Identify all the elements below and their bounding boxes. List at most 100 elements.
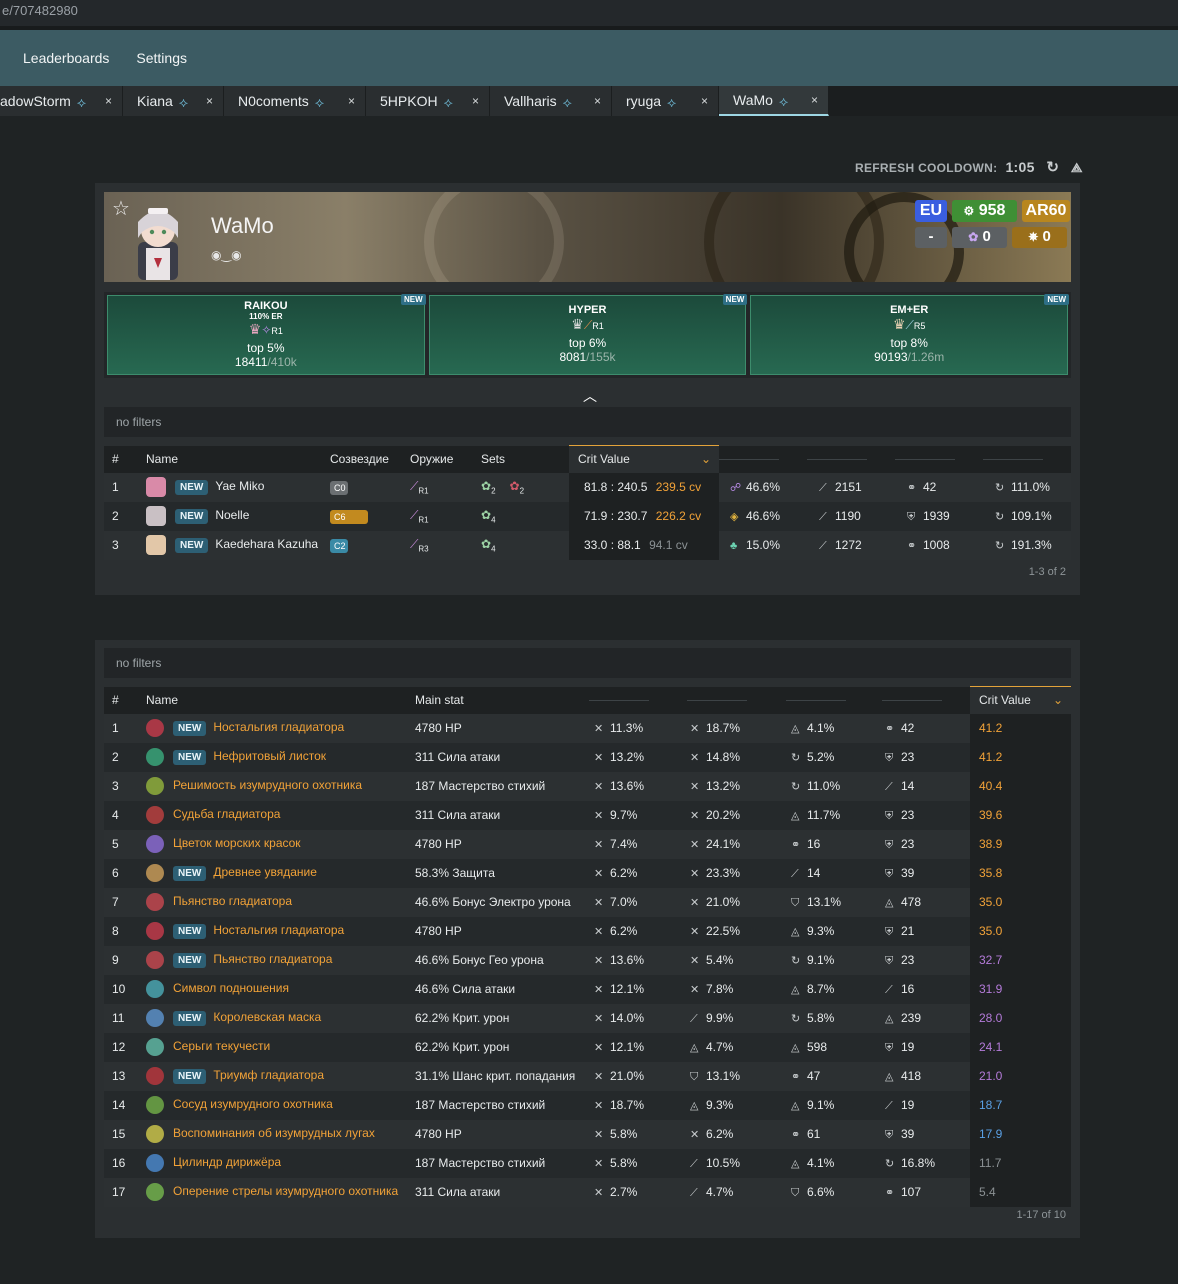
artifact-name[interactable]: Воспоминания об изумрудных лугах bbox=[173, 1126, 375, 1140]
close-icon[interactable]: × bbox=[105, 94, 112, 108]
artifact-name[interactable]: Ностальгия гладиатора bbox=[213, 923, 344, 937]
build-card-raikou[interactable]: RAIKOU 110% ER ♛✧R1 top 5% 18411/410k NE… bbox=[107, 294, 426, 375]
table-row[interactable]: 11 NEW Королевская маска 62.2% Крит. урон ✕ 1… bbox=[104, 1003, 1071, 1033]
close-icon[interactable]: × bbox=[348, 94, 355, 108]
table-row[interactable]: 1 NEW Yae Miko C0 ⟋R1 ✿2 ✿2 81.8 : 240.5 239.5 … bbox=[104, 472, 1071, 502]
artifact-name[interactable]: Решимость изумрудного охотника bbox=[173, 778, 362, 792]
col-sub-4[interactable] bbox=[882, 686, 970, 714]
artifact-name[interactable]: Цилиндр дирижёра bbox=[173, 1155, 281, 1169]
new-badge: NEW bbox=[173, 750, 207, 766]
table-row[interactable]: 2 NEW Noelle C6 ⟋R1 ✿4 71.9 : 230.7 226.2 cv ◈ 4… bbox=[104, 501, 1071, 531]
col-weapon[interactable]: Оружие bbox=[410, 445, 481, 473]
star-icon[interactable]: ☆ bbox=[112, 196, 130, 221]
artifact-name[interactable]: Оперение стрелы изумрудного охотника bbox=[173, 1184, 398, 1198]
artifact-name[interactable]: Древнее увядание bbox=[213, 865, 317, 879]
build-card-em-er[interactable]: EM+ER ♛⟋R5 top 8% 90193/1.26m NEW bbox=[750, 294, 1070, 375]
col-sub-1[interactable] bbox=[589, 686, 687, 714]
table-pagination: 1-3 of 2 bbox=[1028, 566, 1066, 578]
nav-leaderboards[interactable]: Leaderboards bbox=[0, 50, 113, 66]
tab-adowstorm[interactable]: adowStorm ⟡ × bbox=[0, 86, 123, 116]
table-row[interactable]: 13 NEW Триумф гладиатора 31.1% Шанс крит. п… bbox=[104, 1061, 1071, 1091]
tab-kiana[interactable]: Kiana ⟡ × bbox=[123, 86, 224, 116]
table-row[interactable]: 10 Символ подношения 46.6% Сила атаки ✕ 12.1… bbox=[104, 974, 1071, 1004]
table-row[interactable]: 6 NEW Древнее увядание 58.3% Защита ✕ 6.2% ✕ 23… bbox=[104, 858, 1071, 888]
artifact-name[interactable]: Королевская маска bbox=[213, 1010, 321, 1024]
substat-cell: ✕ 24.1% bbox=[687, 829, 786, 859]
col-stat-1[interactable] bbox=[719, 445, 807, 473]
filters-bar[interactable]: no filters bbox=[104, 407, 1071, 437]
close-icon[interactable]: × bbox=[701, 94, 708, 108]
substat-cell: ⛨ 23 bbox=[882, 742, 970, 772]
collapse-chevron-icon[interactable]: ︿ bbox=[583, 386, 597, 406]
table-row[interactable]: 5 Цветок морских красок 4780 HP ✕ 7.4% ✕ 24.1%… bbox=[104, 829, 1071, 859]
table-row[interactable]: 8 NEW Ностальгия гладиатора 4780 HP ✕ 6.2% ✕ 22… bbox=[104, 916, 1071, 946]
col-stat-3[interactable] bbox=[895, 445, 983, 473]
main-stat-cell: 4780 HP bbox=[415, 829, 589, 859]
table-row[interactable]: 3 NEW Kaedehara Kazuha C2 ⟋R3 ✿4 33.0 : 88.1 9… bbox=[104, 530, 1071, 560]
col-name[interactable]: Name bbox=[146, 686, 415, 714]
substat-icon: ◬ bbox=[885, 1013, 894, 1025]
table-row[interactable]: 1 NEW Ностальгия гладиатора 4780 HP ✕ 11.3% ✕ 1… bbox=[104, 713, 1071, 743]
substat-value: 14 bbox=[807, 865, 821, 880]
close-icon[interactable]: × bbox=[472, 94, 479, 108]
col-crit-value[interactable]: Crit Value ⌄ bbox=[970, 686, 1071, 714]
table-row[interactable]: 17 Оперение стрелы изумрудного охотника 31… bbox=[104, 1177, 1071, 1207]
build-icons: ♛⟋R5 bbox=[751, 316, 1067, 334]
crit-rate-icon: ✕ bbox=[594, 781, 604, 793]
artifact-icon bbox=[146, 1183, 164, 1201]
row-number: 9 bbox=[104, 945, 146, 975]
artifact-name[interactable]: Триумф гладиатора bbox=[213, 1068, 324, 1082]
artifact-name[interactable]: Символ подношения bbox=[173, 981, 289, 995]
col-main-stat[interactable]: Main stat bbox=[415, 686, 589, 714]
artifact-name[interactable]: Сосуд изумрудного охотника bbox=[173, 1097, 333, 1111]
build-card-hyper[interactable]: HYPER ♛⟋R1 top 6% 8081/155k NEW bbox=[428, 294, 748, 375]
nav-settings[interactable]: Settings bbox=[113, 50, 191, 66]
table-row[interactable]: 2 NEW Нефритовый листок 311 Сила атаки ✕ 13.2… bbox=[104, 742, 1071, 772]
filters-bar[interactable]: no filters bbox=[104, 648, 1071, 678]
table-row[interactable]: 7 Пьянство гладиатора 46.6% Бонус Электро … bbox=[104, 887, 1071, 917]
col-sub-3[interactable] bbox=[786, 686, 882, 714]
artifact-name[interactable]: Ностальгия гладиатора bbox=[213, 720, 344, 734]
crit-rate-icon: ✕ bbox=[594, 1013, 604, 1025]
artifact-name[interactable]: Цветок морских красок bbox=[173, 836, 301, 850]
stat-value: 191.3% bbox=[1011, 538, 1052, 552]
new-badge: NEW bbox=[175, 509, 209, 525]
close-icon[interactable]: × bbox=[206, 94, 213, 108]
artifact-name[interactable]: Серьги текучести bbox=[173, 1039, 270, 1053]
tab-n0coments[interactable]: N0coments ⟡ × bbox=[224, 86, 366, 116]
artifact-icon bbox=[146, 777, 164, 795]
col-constellation[interactable]: Созвездие bbox=[330, 445, 410, 473]
tab-ryuga[interactable]: ryuga ⟡ × bbox=[612, 86, 719, 116]
close-icon[interactable]: × bbox=[811, 93, 818, 107]
col-stat-4[interactable] bbox=[983, 445, 1071, 473]
tab-vallharis[interactable]: Vallharis ⟡ × bbox=[490, 86, 612, 116]
table-row[interactable]: 9 NEW Пьянство гладиатора 46.6% Бонус Гео у… bbox=[104, 945, 1071, 975]
substat-value: 19 bbox=[901, 1097, 915, 1112]
crit-rate-icon: ✕ bbox=[594, 955, 604, 967]
table-row[interactable]: 16 Цилиндр дирижёра 187 Мастерство стихий ✕… bbox=[104, 1148, 1071, 1178]
crit-value-cell: 17.9 bbox=[970, 1119, 1071, 1149]
artifact-name[interactable]: Судьба гладиатора bbox=[173, 807, 280, 821]
col-sets[interactable]: Sets bbox=[481, 445, 569, 473]
col-sub-2[interactable] bbox=[687, 686, 786, 714]
url-bar[interactable]: e/707482980 bbox=[0, 0, 1178, 26]
refresh-icon[interactable]: ↻ bbox=[1046, 159, 1059, 176]
artifact-name[interactable]: Пьянство гладиатора bbox=[173, 894, 292, 908]
artifact-name[interactable]: Пьянство гладиатора bbox=[213, 952, 332, 966]
table-row[interactable]: 3 Решимость изумрудного охотника 187 Масте… bbox=[104, 771, 1071, 801]
table-row[interactable]: 4 Судьба гладиатора 311 Сила атаки ✕ 9.7% ✕ 20… bbox=[104, 800, 1071, 830]
col-stat-2[interactable] bbox=[807, 445, 895, 473]
col-crit-value[interactable]: Crit Value ⌄ bbox=[569, 445, 719, 473]
substat-cell: ✕ 9.7% bbox=[589, 800, 687, 830]
col-name[interactable]: Name bbox=[146, 445, 330, 473]
table-row[interactable]: 15 Воспоминания об изумрудных лугах 4780 H… bbox=[104, 1119, 1071, 1149]
table-row[interactable]: 14 Сосуд изумрудного охотника 187 Мастерст… bbox=[104, 1090, 1071, 1120]
artifact-name[interactable]: Нефритовый листок bbox=[213, 749, 326, 763]
enka-logo-icon[interactable]: ⟁ bbox=[1071, 160, 1083, 175]
chevron-down-icon: ⌄ bbox=[1052, 693, 1063, 708]
close-icon[interactable]: × bbox=[594, 94, 601, 108]
tab-5hpkoh[interactable]: 5HPKOH ⟡ × bbox=[366, 86, 490, 116]
tab-wamo[interactable]: WaMo ⟡ × bbox=[719, 86, 829, 116]
substat-icon: ⚭ bbox=[885, 723, 895, 735]
table-row[interactable]: 12 Серьги текучести 62.2% Крит. урон ✕ 12.1%… bbox=[104, 1032, 1071, 1062]
